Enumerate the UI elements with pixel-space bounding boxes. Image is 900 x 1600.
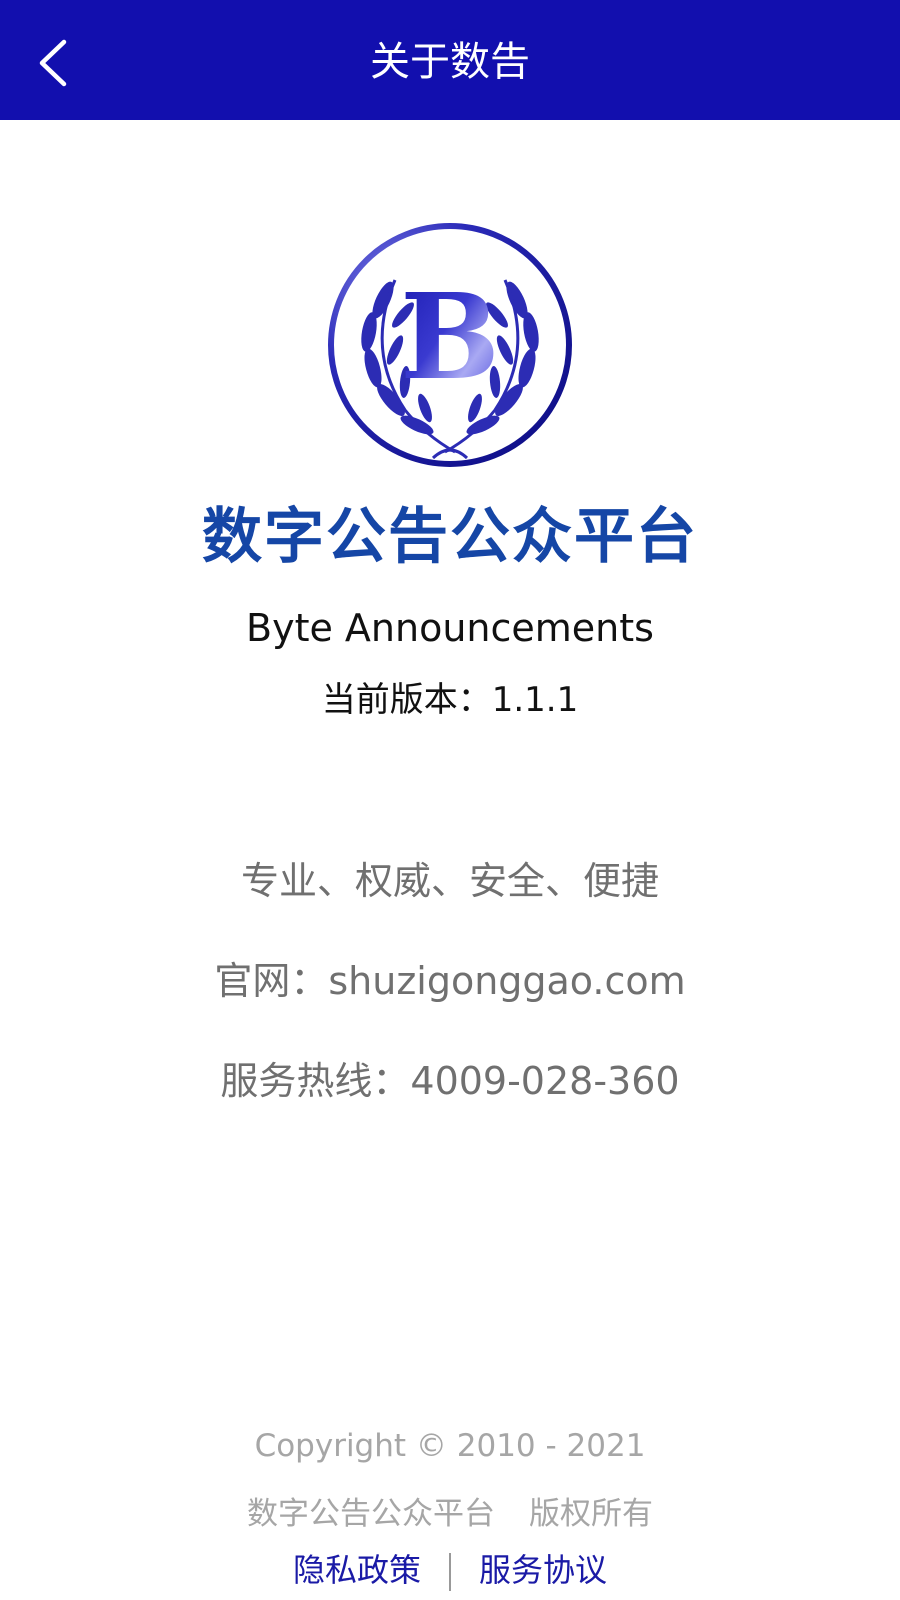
service-agreement-link[interactable]: 服务协议	[479, 1551, 607, 1589]
slogan-text: 专业、权威、安全、便捷	[240, 859, 659, 903]
app-logo: B	[328, 223, 572, 467]
rights-reserved: 版权所有	[529, 1496, 653, 1532]
page-title: 关于数告	[370, 39, 530, 85]
website-text: 官网：shuzigonggao.com	[214, 959, 686, 1003]
copyright-text: Copyright © 2010 - 2021	[254, 1428, 646, 1464]
top-bar: 关于数告	[0, 0, 900, 120]
version-row: 当前版本：1.1.1	[0, 672, 900, 721]
about-page: 关于数告 B 数字公告公众平台 Byte Announcements 当前版本：…	[0, 0, 900, 1600]
privacy-policy-link[interactable]: 隐私政策	[293, 1551, 421, 1589]
version-number: 1.1.1	[491, 680, 579, 720]
owner-name: 数字公告公众平台	[247, 1496, 495, 1532]
links-divider	[449, 1553, 451, 1591]
version-label: 当前版本：	[321, 680, 492, 720]
app-name-en: Byte Announcements	[246, 606, 654, 650]
rights-line: 数字公告公众平台 版权所有	[0, 1488, 900, 1533]
footer-links: 隐私政策 服务协议	[0, 1545, 900, 1591]
logo-letter: B	[400, 267, 500, 406]
app-name-zh: 数字公告公众平台	[202, 502, 698, 572]
hotline-text: 服务热线：4009-028-360	[220, 1059, 680, 1103]
